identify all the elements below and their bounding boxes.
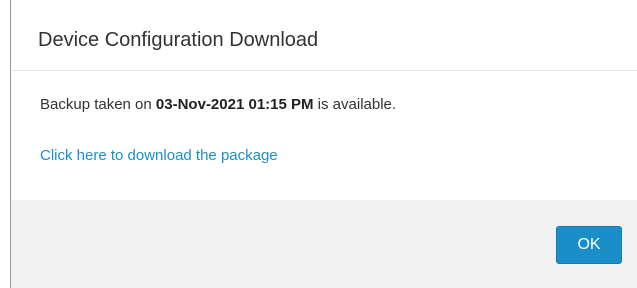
device-configuration-download-dialog: Device Configuration Download Backup tak… [11,0,637,288]
dialog-header: Device Configuration Download [11,0,637,71]
backup-message-prefix: Backup taken on [40,96,156,113]
dialog-body: Backup taken on 03-Nov-2021 01:15 PM is … [11,71,637,200]
dialog-title: Device Configuration Download [38,29,319,51]
ok-button[interactable]: OK [556,226,622,264]
backup-message-suffix: is available. [313,96,397,113]
download-package-link[interactable]: Click here to download the package [40,146,278,166]
backup-message: Backup taken on 03-Nov-2021 01:15 PM is … [40,95,396,115]
dialog-footer: OK [11,200,637,288]
backup-timestamp: 03-Nov-2021 01:15 PM [155,96,314,113]
